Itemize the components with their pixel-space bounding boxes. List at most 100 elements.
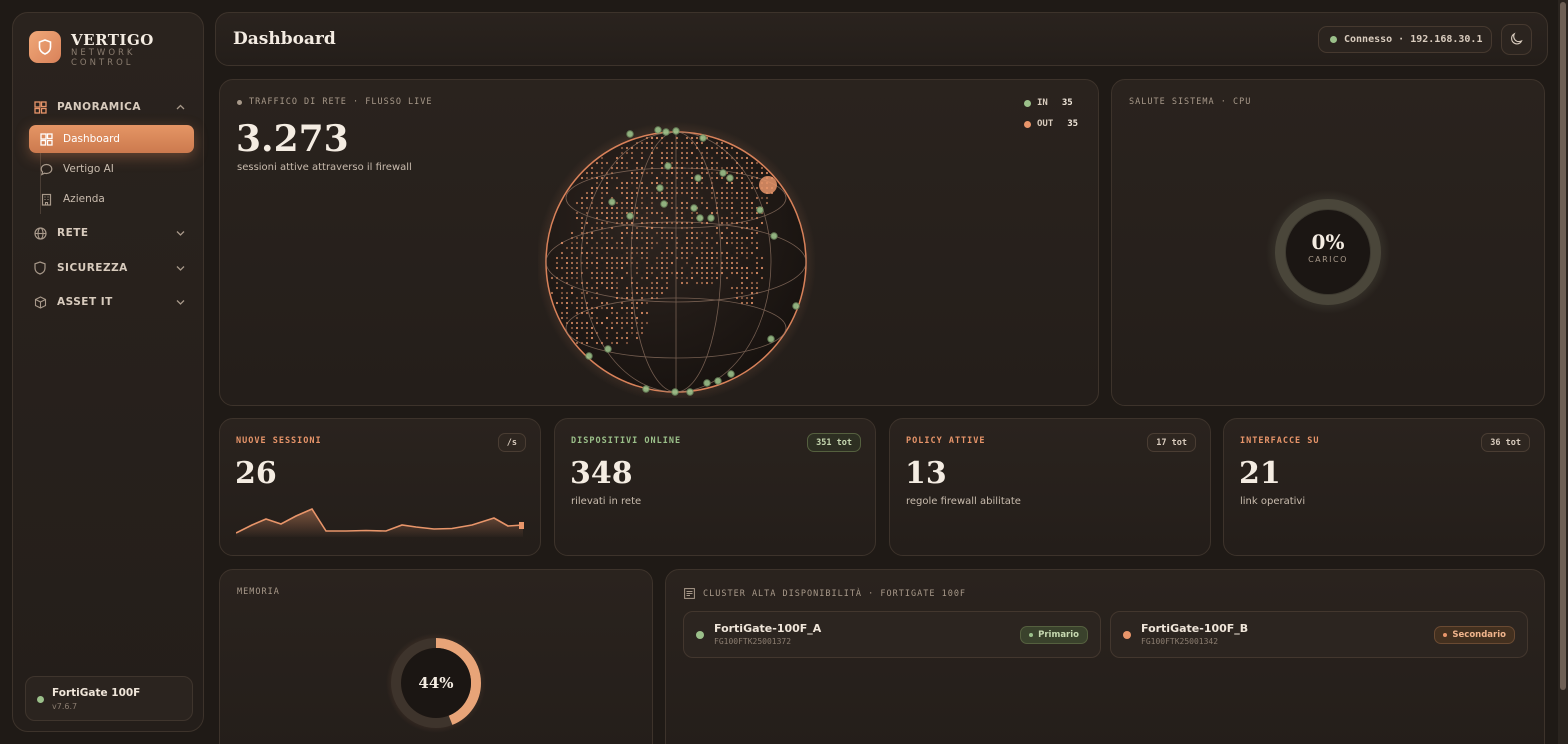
land-dot: [680, 141, 684, 145]
land-dot: [725, 276, 729, 280]
land-dot: [560, 296, 564, 300]
sidebar-item-azienda[interactable]: Azienda: [29, 185, 194, 213]
land-dot: [735, 261, 739, 265]
land-dot: [740, 296, 744, 300]
land-dot: [710, 261, 714, 265]
traffic-node-dot: [660, 200, 668, 208]
land-dot: [685, 281, 689, 285]
land-dot: [695, 246, 699, 250]
land-dot: [745, 181, 749, 185]
land-dot: [575, 296, 579, 300]
land-dot: [700, 201, 704, 205]
land-dot: [575, 276, 579, 280]
land-dot: [665, 271, 669, 275]
land-dot: [600, 281, 604, 285]
land-dot: [640, 311, 644, 315]
stat-title: INTERFACCE SU: [1240, 436, 1320, 446]
cpu-sublabel: CARICO: [1308, 255, 1348, 264]
land-dot: [700, 276, 704, 280]
land-dot: [590, 231, 594, 235]
land-dot: [570, 291, 574, 295]
traffic-node-dot: [686, 388, 694, 396]
land-dot: [635, 191, 639, 195]
land-dot: [640, 196, 644, 200]
grid-icon: [33, 100, 47, 114]
land-dot: [720, 186, 724, 190]
section-asset-it[interactable]: ASSET IT: [33, 293, 185, 311]
land-dot: [725, 201, 729, 205]
traffic-node-dot: [608, 198, 616, 206]
land-dot: [735, 196, 739, 200]
land-dot: [620, 201, 624, 205]
land-dot: [670, 236, 674, 240]
page-scrollbar[interactable]: [1558, 0, 1568, 744]
cluster-node-b[interactable]: FortiGate-100F_B FG100FTK25001342 Second…: [1110, 611, 1528, 658]
land-dot: [600, 201, 604, 205]
device-card[interactable]: FortiGate 100F v7.6.7: [25, 676, 193, 721]
land-dot: [705, 266, 709, 270]
land-dot: [565, 311, 569, 315]
land-dot: [630, 256, 634, 260]
land-dot: [720, 141, 724, 145]
sidebar-item-dashboard[interactable]: Dashboard: [29, 125, 194, 153]
land-dot: [730, 196, 734, 200]
shield-logo-icon[interactable]: [29, 31, 61, 63]
land-dot: [650, 241, 654, 245]
land-dot: [640, 286, 644, 290]
land-dot: [665, 266, 669, 270]
theme-toggle-button[interactable]: [1501, 24, 1532, 55]
land-dot: [590, 326, 594, 330]
land-dot: [730, 156, 734, 160]
section-sicurezza[interactable]: SICUREZZA: [33, 259, 185, 277]
land-dot: [670, 271, 674, 275]
land-dot: [640, 251, 644, 255]
land-dot: [615, 241, 619, 245]
land-dot: [555, 261, 559, 265]
land-dot: [740, 216, 744, 220]
land-dot: [620, 181, 624, 185]
section-rete[interactable]: RETE: [33, 224, 185, 242]
traffic-node-dot: [654, 126, 662, 134]
land-dot: [730, 216, 734, 220]
traffic-node-dot: [690, 204, 698, 212]
stat-card-new-sessions[interactable]: NUOVE SESSIONI /s 26: [219, 418, 541, 556]
land-dot: [760, 166, 764, 170]
stat-card-active-policies[interactable]: POLICY ATTIVE 17 tot 13 regole firewall …: [889, 418, 1211, 556]
cluster-label-text: CLUSTER ALTA DISPONIBILITÀ · FORTIGATE 1…: [703, 588, 967, 599]
land-dot: [605, 301, 609, 305]
stat-card-devices-online[interactable]: DISPOSITIVI ONLINE 351 tot 348 rilevati …: [554, 418, 876, 556]
land-dot: [675, 186, 679, 190]
land-dot: [590, 246, 594, 250]
land-dot: [650, 136, 654, 140]
land-dot: [690, 221, 694, 225]
land-dot: [620, 206, 624, 210]
land-dot: [750, 171, 754, 175]
sidebar-item-vertigo-ai[interactable]: Vertigo AI: [29, 155, 194, 183]
cluster-node-a[interactable]: FortiGate-100F_A FG100FTK25001372 Primar…: [683, 611, 1101, 658]
land-dot: [745, 191, 749, 195]
land-dot: [700, 221, 704, 225]
land-dot: [755, 266, 759, 270]
land-dot: [635, 161, 639, 165]
land-dot: [735, 166, 739, 170]
section-panoramica[interactable]: PANORAMICA: [33, 98, 185, 116]
land-dot: [595, 246, 599, 250]
land-dot: [680, 161, 684, 165]
globe-visualization[interactable]: [538, 118, 818, 398]
land-dot: [660, 276, 664, 280]
scrollbar-thumb[interactable]: [1560, 2, 1566, 690]
land-dot: [625, 306, 629, 310]
land-dot: [575, 246, 579, 250]
land-dot: [610, 281, 614, 285]
land-dot: [620, 151, 624, 155]
land-dot: [620, 296, 624, 300]
traffic-panel: TRAFFICO DI RETE · FLUSSO LIVE 3.273 ses…: [219, 79, 1099, 406]
land-dot: [635, 246, 639, 250]
land-dot: [670, 206, 674, 210]
legend-in-dot: [1024, 99, 1031, 107]
land-dot: [675, 216, 679, 220]
stat-card-interfaces-up[interactable]: INTERFACCE SU 36 tot 21 link operativi: [1223, 418, 1545, 556]
land-dot: [585, 241, 589, 245]
connection-status[interactable]: Connesso · 192.168.30.1: [1318, 26, 1492, 53]
land-dot: [740, 166, 744, 170]
